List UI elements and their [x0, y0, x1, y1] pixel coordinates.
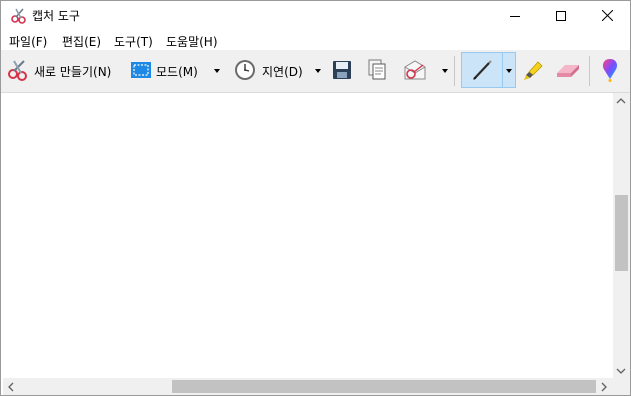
- copy-button[interactable]: [367, 50, 387, 92]
- horizontal-scroll-thumb[interactable]: [172, 380, 596, 393]
- scroll-up-icon[interactable]: [616, 96, 626, 107]
- eraser-icon: [555, 59, 581, 84]
- paint3d-button[interactable]: [600, 50, 620, 92]
- close-button[interactable]: [584, 1, 630, 30]
- mode-dropdown[interactable]: [214, 50, 220, 92]
- rectangle-snip-icon: [130, 61, 152, 82]
- delay-label: 지연(D): [262, 64, 303, 79]
- save-button[interactable]: [332, 50, 352, 92]
- highlighter-icon: [521, 58, 545, 85]
- snip-canvas[interactable]: [3, 93, 613, 378]
- scissors-icon: [6, 58, 30, 85]
- new-snip-label: 새로 만들기(N): [34, 64, 112, 79]
- snipping-tool-window: 캡처 도구 파일(F) 편집(E) 도구(T) 도움말(H) 새로 만들기(N)…: [0, 0, 631, 396]
- chevron-down-icon: [442, 69, 448, 73]
- menu-bar: 파일(F) 편집(E) 도구(T) 도움말(H): [1, 30, 630, 50]
- menu-file[interactable]: 파일(F): [9, 33, 47, 50]
- copy-icon: [367, 59, 387, 84]
- pen-tool-button[interactable]: [461, 52, 516, 88]
- mode-label: 모드(M): [156, 64, 198, 79]
- send-snip-button[interactable]: [403, 50, 429, 92]
- vertical-scrollbar[interactable]: [613, 93, 630, 378]
- scissors-icon: [10, 7, 28, 25]
- floppy-disk-icon: [332, 60, 352, 83]
- email-envelope-icon: [403, 59, 429, 84]
- minimize-icon: [510, 15, 520, 17]
- toolbar-separator: [454, 56, 455, 86]
- eraser-button[interactable]: [555, 50, 581, 92]
- scroll-left-icon[interactable]: [7, 382, 15, 394]
- toolbar: 새로 만들기(N) 모드(M) 지연(D): [1, 50, 630, 93]
- scroll-right-icon[interactable]: [600, 382, 608, 394]
- menu-tools[interactable]: 도구(T): [114, 33, 153, 50]
- close-icon: [601, 10, 613, 21]
- paint-3d-icon: [600, 57, 620, 86]
- vertical-scroll-thumb[interactable]: [615, 195, 628, 271]
- maximize-button[interactable]: [538, 1, 584, 30]
- menu-edit[interactable]: 편집(E): [62, 33, 101, 50]
- delay-dropdown[interactable]: [315, 50, 321, 92]
- highlighter-button[interactable]: [521, 50, 545, 92]
- chevron-down-icon[interactable]: [506, 69, 512, 73]
- send-dropdown[interactable]: [442, 50, 448, 92]
- scroll-down-icon[interactable]: [616, 366, 626, 377]
- title-bar[interactable]: 캡처 도구: [1, 1, 630, 30]
- delay-button[interactable]: 지연(D): [234, 50, 303, 92]
- pen-icon: [470, 58, 494, 85]
- new-snip-button[interactable]: 새로 만들기(N): [6, 50, 111, 92]
- chevron-down-icon: [214, 69, 220, 73]
- maximize-icon: [556, 10, 566, 21]
- toolbar-separator: [589, 56, 590, 86]
- horizontal-scrollbar[interactable]: [3, 378, 613, 395]
- scrollbar-corner: [613, 378, 630, 395]
- mode-button[interactable]: 모드(M): [130, 50, 198, 92]
- chevron-down-icon: [315, 69, 321, 73]
- clock-icon: [234, 59, 256, 84]
- minimize-button[interactable]: [492, 1, 538, 30]
- menu-help[interactable]: 도움말(H): [166, 33, 218, 50]
- window-title: 캡처 도구: [32, 9, 80, 23]
- pen-split-divider: [502, 53, 503, 87]
